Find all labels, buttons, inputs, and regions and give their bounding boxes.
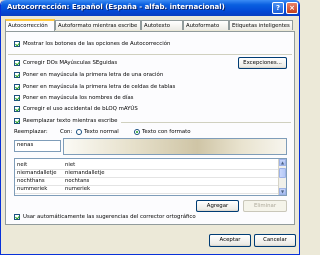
- list-item-from: nochthans: [17, 178, 45, 184]
- cap-table-checkbox[interactable]: [14, 84, 20, 90]
- cap-sentence-label: Poner en mayúscula la primera letra de u…: [23, 72, 164, 78]
- list-item[interactable]: nochthans nochtans: [15, 178, 286, 186]
- cap-days-checkbox[interactable]: [14, 95, 20, 101]
- delete-button[interactable]: Eliminar: [243, 200, 287, 212]
- cancel-button[interactable]: Cancelar: [254, 234, 296, 247]
- tab-autoformato[interactable]: Autoformato: [183, 20, 229, 30]
- tab-etiquetas-inteligentes[interactable]: Etiquetas inteligentes: [229, 20, 293, 30]
- use-suggestions-checkbox[interactable]: [14, 214, 20, 220]
- caps-lock-label: Corregir el uso accidental de bLOQ mAYÚS: [23, 106, 138, 112]
- list-item[interactable]: neit niet: [15, 162, 286, 170]
- cap-table-label: Poner en mayúscula la primera letra de c…: [23, 84, 176, 90]
- with-label: Con:: [60, 129, 73, 135]
- scroll-down-icon[interactable]: ▼: [279, 188, 286, 195]
- list-item-to: niemandalletje: [65, 170, 105, 176]
- use-suggestions-label: Usar automáticamente las sugerencias del…: [23, 214, 196, 220]
- group-line: [121, 122, 291, 123]
- plain-text-label: Texto normal: [84, 129, 119, 135]
- two-caps-label: Corregir DOs MAyúsculas SEguidas: [23, 60, 118, 66]
- exceptions-button[interactable]: Excepciones...: [238, 57, 287, 69]
- ok-button[interactable]: Aceptar: [209, 234, 251, 247]
- replacement-list[interactable]: neit niet niemandalletje niemandalletje …: [14, 158, 287, 196]
- scroll-up-icon[interactable]: ▲: [279, 159, 286, 166]
- list-item-from: nummeriek: [17, 186, 48, 192]
- list-item-from: neit: [17, 162, 28, 168]
- replace-input[interactable]: nenas: [14, 140, 61, 152]
- replace-text-label: Reemplazar texto mientras escribe: [23, 118, 118, 124]
- formatted-text-label: Texto con formato: [142, 129, 191, 135]
- tab-autotexto[interactable]: Autotexto: [141, 20, 183, 30]
- plain-text-radio[interactable]: [76, 129, 82, 135]
- window-title: Autocorrección: Español (España - alfab.…: [7, 3, 225, 11]
- tab-strip: Autocorrección Autoformato mientras escr…: [5, 19, 295, 31]
- title-bar[interactable]: Autocorrección: Español (España - alfab.…: [1, 0, 299, 16]
- caps-lock-checkbox[interactable]: [14, 106, 20, 112]
- list-item-from: niemandalletje: [17, 170, 57, 176]
- with-preview-field[interactable]: [63, 138, 287, 155]
- add-button[interactable]: Agregar: [196, 200, 239, 212]
- close-button[interactable]: ×: [286, 2, 298, 14]
- separator: [8, 54, 292, 55]
- list-scrollbar[interactable]: ▲ ▼: [278, 159, 286, 195]
- replace-label: Reemplazar:: [14, 129, 48, 135]
- list-item-to: nochtans: [65, 178, 90, 184]
- scroll-thumb[interactable]: [279, 168, 286, 178]
- list-item[interactable]: nummeriek numeriek: [15, 186, 286, 194]
- list-item[interactable]: niemandalletje niemandalletje: [15, 170, 286, 178]
- formatted-text-radio[interactable]: [134, 129, 140, 135]
- replace-text-checkbox[interactable]: [14, 118, 20, 124]
- two-caps-checkbox[interactable]: [14, 60, 20, 66]
- list-item-to: numeriek: [65, 186, 91, 192]
- autocorrect-dialog: Autocorrección: Español (España - alfab.…: [0, 0, 300, 255]
- help-button[interactable]: ?: [272, 2, 284, 14]
- tab-panel: Mostrar los botones de las opciones de A…: [5, 31, 295, 225]
- show-buttons-checkbox[interactable]: [14, 41, 20, 47]
- list-item-to: niet: [65, 162, 76, 168]
- show-buttons-label: Mostrar los botones de las opciones de A…: [23, 41, 171, 47]
- cap-days-label: Poner en mayúscula los nombres de días: [23, 95, 134, 101]
- tab-autocorreccion[interactable]: Autocorrección: [5, 19, 55, 31]
- cap-sentence-checkbox[interactable]: [14, 72, 20, 78]
- tab-autoformato-mientras-escribe[interactable]: Autoformato mientras escribe: [55, 20, 141, 30]
